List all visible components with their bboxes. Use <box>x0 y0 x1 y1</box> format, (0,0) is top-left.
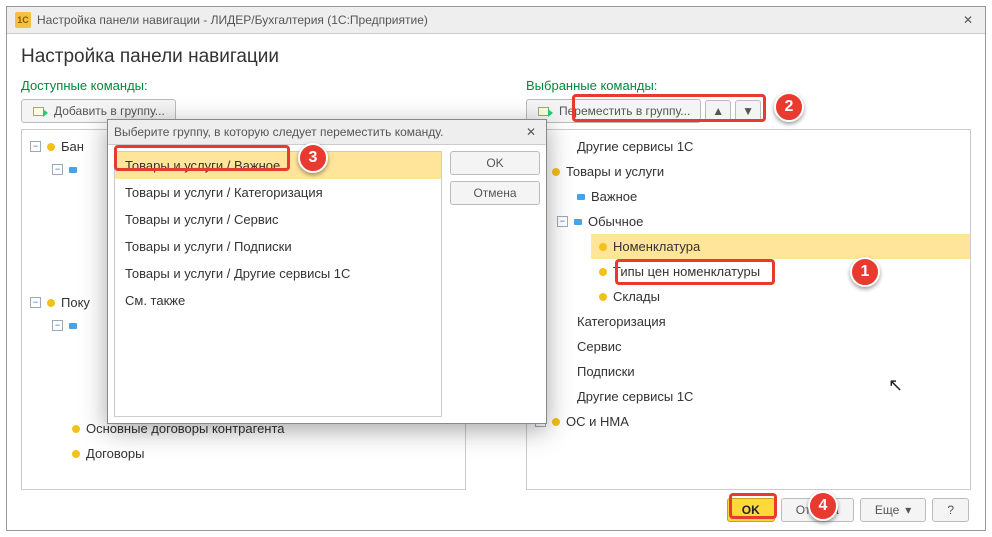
tree-node-other2[interactable]: Другие сервисы 1С <box>569 384 970 409</box>
tree-label: Склады <box>613 289 660 304</box>
folder-icon <box>552 168 560 176</box>
tree-node[interactable]: Другие сервисы 1С <box>569 134 970 159</box>
tree-label: Типы цен номенклатуры <box>613 264 760 279</box>
item-icon <box>599 243 607 251</box>
tree-label: Категоризация <box>577 314 666 329</box>
callout-marker-1: 1 <box>850 257 880 287</box>
app-icon: 1C <box>15 12 31 28</box>
move-to-group-label: Переместить в группу... <box>559 104 690 118</box>
folder-icon <box>47 299 55 307</box>
tree-node-goods[interactable]: − Товары и услуги <box>527 159 970 184</box>
dialog-close-icon[interactable]: ✕ <box>522 123 540 141</box>
tree-node-price-types[interactable]: Типы цен номенклатуры <box>591 259 970 284</box>
help-button[interactable]: ? <box>932 498 969 522</box>
titlebar: 1C Настройка панели навигации - ЛИДЕР/Бу… <box>7 7 985 34</box>
folder-icon <box>577 194 585 200</box>
tree-node-categorization[interactable]: Категоризация <box>569 309 970 334</box>
tree-label: Подписки <box>577 364 635 379</box>
move-down-button[interactable]: ▼ <box>735 100 761 122</box>
select-group-dialog: Выберите группу, в которую следует перем… <box>107 119 547 424</box>
tree-node-warehouses[interactable]: Склады <box>591 284 970 309</box>
folder-icon <box>574 219 582 225</box>
arrow-down-icon: ▼ <box>742 104 754 118</box>
dialog-title: Выберите группу, в которую следует перем… <box>114 125 443 139</box>
tree-label: Сервис <box>577 339 622 354</box>
tree-label: Важное <box>591 189 637 204</box>
callout-marker-2: 2 <box>774 92 804 122</box>
item-icon <box>72 450 80 458</box>
group-list[interactable]: Товары и услуги / Важное Товары и услуги… <box>114 151 442 417</box>
more-label: Еще <box>875 503 899 517</box>
list-item[interactable]: Товары и услуги / Сервис <box>115 206 441 233</box>
add-to-group-label: Добавить в группу... <box>54 104 165 118</box>
item-icon <box>599 293 607 301</box>
collapse-icon[interactable]: − <box>52 320 63 331</box>
folder-icon <box>69 167 77 173</box>
selected-label: Выбранные команды: <box>526 78 971 93</box>
list-item[interactable]: Товары и услуги / Категоризация <box>115 179 441 206</box>
list-item[interactable]: Товары и услуги / Другие сервисы 1С <box>115 260 441 287</box>
folder-icon <box>69 323 77 329</box>
close-icon[interactable]: ✕ <box>959 11 977 29</box>
list-item[interactable]: Товары и услуги / Важное <box>115 152 441 179</box>
collapse-icon[interactable]: − <box>52 164 63 175</box>
move-to-group-button[interactable]: Переместить в группу... <box>526 99 701 123</box>
dialog-titlebar: Выберите группу, в которую следует перем… <box>108 120 546 145</box>
dialog-ok-button[interactable]: OK <box>450 151 540 175</box>
tree-node-agreements[interactable]: Договоры <box>64 441 465 466</box>
selected-tree[interactable]: Другие сервисы 1С − Товары и услуги Важн… <box>526 129 971 490</box>
cursor-icon: ↖ <box>888 375 903 396</box>
more-button[interactable]: Еще ▾ <box>860 498 926 522</box>
selected-commands-column: Выбранные команды: Переместить в группу.… <box>526 78 971 490</box>
folder-icon <box>47 143 55 151</box>
collapse-icon[interactable]: − <box>30 297 41 308</box>
tree-label: ОС и НМА <box>566 414 629 429</box>
arrow-up-icon: ▲ <box>712 104 724 118</box>
tree-node-subscriptions[interactable]: Подписки <box>569 359 970 384</box>
callout-marker-4: 4 <box>808 491 838 521</box>
tree-label: Другие сервисы 1С <box>577 389 693 404</box>
folder-plus-icon <box>32 104 48 118</box>
available-label: Доступные команды: <box>21 78 466 93</box>
tree-label: Бан <box>61 139 84 154</box>
item-icon <box>72 425 80 433</box>
dialog-cancel-button[interactable]: Отмена <box>450 181 540 205</box>
tree-node-nomenclature[interactable]: Номенклатура <box>591 234 970 259</box>
collapse-icon[interactable]: − <box>557 216 568 227</box>
tree-label: Поку <box>61 295 90 310</box>
tree-label: Другие сервисы 1С <box>577 139 693 154</box>
window-title: Настройка панели навигации - ЛИДЕР/Бухга… <box>37 13 428 27</box>
folder-icon <box>552 418 560 426</box>
page-title: Настройка панели навигации <box>21 46 971 68</box>
callout-marker-3: 3 <box>298 143 328 173</box>
chevron-down-icon: ▾ <box>905 503 911 517</box>
tree-node-service[interactable]: Сервис <box>569 334 970 359</box>
list-item[interactable]: См. также <box>115 287 441 314</box>
move-up-button[interactable]: ▲ <box>705 100 731 122</box>
folder-move-icon <box>537 104 553 118</box>
tree-node-regular[interactable]: − Обычное <box>549 209 970 234</box>
item-icon <box>599 268 607 276</box>
tree-label: Товары и услуги <box>566 164 664 179</box>
tree-label: Договоры <box>86 446 144 461</box>
ok-button[interactable]: OK <box>727 498 775 522</box>
collapse-icon[interactable]: − <box>30 141 41 152</box>
tree-label: Обычное <box>588 214 643 229</box>
tree-node-important[interactable]: Важное <box>569 184 970 209</box>
list-item[interactable]: Товары и услуги / Подписки <box>115 233 441 260</box>
tree-node-os-nma[interactable]: − ОС и НМА <box>527 409 970 434</box>
tree-label: Номенклатура <box>613 239 700 254</box>
